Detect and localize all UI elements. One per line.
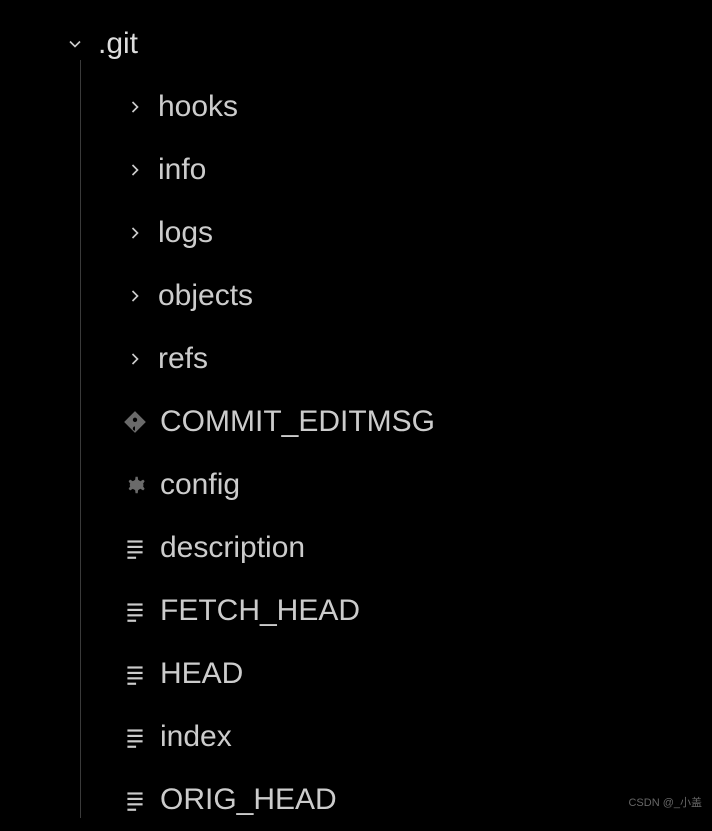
tree-file-index[interactable]: index	[0, 705, 712, 768]
file-label: FETCH_HEAD	[160, 594, 360, 628]
chevron-right-icon	[120, 218, 150, 248]
chevron-right-icon	[120, 92, 150, 122]
tree-file-config[interactable]: config	[0, 453, 712, 516]
watermark: CSDN @_小盖	[628, 794, 702, 810]
text-file-icon	[120, 596, 150, 626]
tree-file-orig-head[interactable]: ORIG_HEAD	[0, 768, 712, 831]
folder-label: logs	[158, 216, 213, 250]
file-label: config	[160, 468, 240, 502]
file-tree: .git hooks info logs objects refs	[0, 0, 712, 831]
tree-file-fetch-head[interactable]: FETCH_HEAD	[0, 579, 712, 642]
root-label: .git	[98, 27, 138, 61]
folder-label: info	[158, 153, 206, 187]
folder-label: objects	[158, 279, 253, 313]
file-label: description	[160, 531, 305, 565]
file-label: HEAD	[160, 657, 243, 691]
chevron-down-icon	[60, 29, 90, 59]
chevron-right-icon	[120, 344, 150, 374]
chevron-right-icon	[120, 281, 150, 311]
tree-file-description[interactable]: description	[0, 516, 712, 579]
tree-root-git[interactable]: .git	[0, 12, 712, 75]
folder-label: hooks	[158, 90, 238, 124]
tree-folder-logs[interactable]: logs	[0, 201, 712, 264]
gear-icon	[120, 470, 150, 500]
git-icon	[120, 407, 150, 437]
file-label: ORIG_HEAD	[160, 783, 337, 817]
file-label: COMMIT_EDITMSG	[160, 405, 435, 439]
tree-folder-objects[interactable]: objects	[0, 264, 712, 327]
file-label: index	[160, 720, 232, 754]
tree-folder-refs[interactable]: refs	[0, 327, 712, 390]
tree-file-commit-editmsg[interactable]: COMMIT_EDITMSG	[0, 390, 712, 453]
text-file-icon	[120, 785, 150, 815]
chevron-right-icon	[120, 155, 150, 185]
text-file-icon	[120, 533, 150, 563]
text-file-icon	[120, 659, 150, 689]
text-file-icon	[120, 722, 150, 752]
tree-folder-hooks[interactable]: hooks	[0, 75, 712, 138]
tree-file-head[interactable]: HEAD	[0, 642, 712, 705]
folder-label: refs	[158, 342, 208, 376]
indent-guide	[80, 60, 81, 818]
tree-folder-info[interactable]: info	[0, 138, 712, 201]
